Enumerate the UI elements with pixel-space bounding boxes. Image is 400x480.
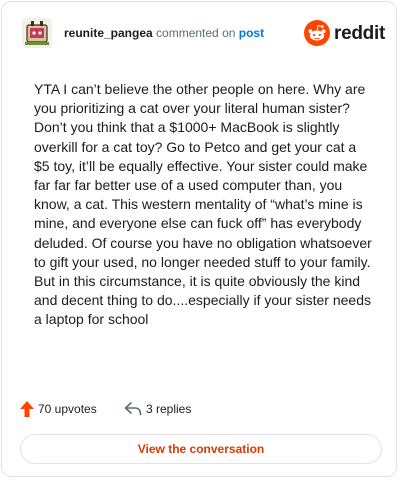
upvote-count: 70 upvotes (38, 402, 97, 416)
commented-on-label: commented on (152, 26, 239, 40)
comment-actions: 70 upvotes 3 replies (20, 398, 380, 420)
comment-card: reunite_pangea commented on post reddit … (1, 1, 397, 477)
replies-button[interactable]: 3 replies (124, 398, 191, 420)
upvote-arrow-icon (20, 401, 34, 417)
comment-header: reunite_pangea commented on post reddit (22, 18, 385, 50)
user-avatar[interactable] (22, 18, 52, 48)
view-conversation-button[interactable]: View the conversation (20, 434, 382, 464)
reply-count: 3 replies (146, 402, 192, 416)
username-link[interactable]: reunite_pangea (64, 26, 153, 40)
upvote-button[interactable]: 70 upvotes (20, 398, 97, 420)
comment-body: YTA I can’t believe the other people on … (34, 81, 372, 328)
reply-arrow-icon (124, 402, 142, 416)
comment-meta: reunite_pangea commented on post (64, 26, 264, 40)
reddit-wordmark: reddit (334, 23, 385, 44)
reddit-logo-icon (304, 20, 330, 46)
post-link[interactable]: post (239, 26, 264, 40)
